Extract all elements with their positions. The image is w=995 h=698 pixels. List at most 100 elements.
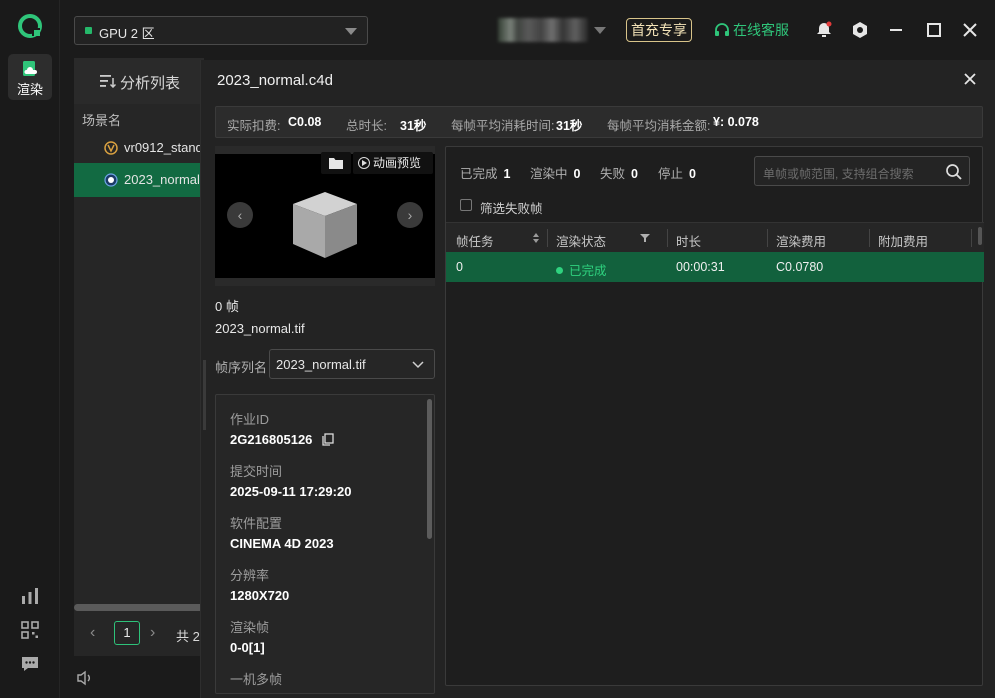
col-extra-cost[interactable]: 附加费用	[878, 231, 928, 250]
dialog-title: 2023_normal.c4d	[217, 72, 333, 89]
row-cost: C0.0780	[776, 260, 824, 274]
chat-icon[interactable]	[20, 654, 40, 674]
stats-icon[interactable]	[20, 586, 40, 606]
chevron-down-icon	[345, 28, 357, 35]
row-status: 已完成	[556, 260, 607, 279]
gpu-region-select[interactable]: GPU 2 区	[74, 16, 368, 45]
cinema4d-icon	[104, 173, 118, 187]
avg-cost-label: 每帧平均消耗金额:	[607, 119, 711, 133]
frame-search-input[interactable]: 单帧或帧范围, 支持组合搜索	[754, 156, 970, 186]
dialog-resize-handle[interactable]	[203, 360, 206, 430]
preview-prev-button[interactable]: ‹	[227, 202, 253, 228]
avg-time-value: 31秒	[556, 119, 583, 133]
left-rail: 渲染	[0, 0, 60, 698]
status-dot	[556, 267, 563, 274]
filter-failed-checkbox[interactable]	[460, 199, 472, 211]
pager-prev-button[interactable]: ‹	[90, 624, 104, 642]
info-scrollbar[interactable]	[427, 399, 432, 539]
duration-value: 31秒	[400, 119, 427, 133]
copy-icon[interactable]	[322, 433, 334, 446]
sequence-select[interactable]: 2023_normal.tif	[269, 349, 435, 379]
minimize-icon[interactable]	[886, 20, 906, 40]
animation-preview-label: 动画预览	[373, 156, 422, 170]
scene-item[interactable]: vr0912_stand	[74, 131, 204, 165]
headset-icon	[715, 23, 729, 36]
render-preview: 动画预览 ‹ ›	[215, 146, 435, 286]
col-render-status[interactable]: 渲染状态	[556, 231, 606, 250]
render-frames-value: 0-0[1]	[230, 640, 265, 655]
stat-rendering: 渲染中 0	[530, 167, 581, 181]
maximize-icon[interactable]	[924, 20, 944, 40]
volume-icon[interactable]	[76, 670, 94, 686]
job-id-label: 作业ID	[230, 412, 270, 427]
animation-preview-button[interactable]: 动画预览	[353, 152, 433, 174]
col-render-cost[interactable]: 渲染费用	[776, 231, 826, 250]
user-account[interactable]	[498, 18, 588, 42]
frames-table-header: 帧任务 渲染状态 时长 渲染费用 附加费用	[446, 222, 984, 252]
table-row[interactable]: 0 已完成 00:00:31 C0.0780	[446, 252, 984, 282]
row-frame: 0	[456, 260, 463, 274]
submit-time-label: 提交时间	[230, 464, 283, 479]
scene-name-column: 场景名	[82, 113, 122, 128]
col-frame-task[interactable]: 帧任务	[456, 231, 494, 250]
settings-hex-icon[interactable]	[850, 20, 870, 40]
output-file-name: 2023_normal.tif	[215, 321, 305, 336]
pager-total: 共 2	[176, 629, 200, 644]
avg-time-label: 每帧平均消耗时间:	[451, 119, 555, 133]
online-support-link[interactable]: 在线客服	[714, 20, 789, 40]
analysis-list-header[interactable]: 分析列表	[74, 58, 204, 104]
filter-failed-label[interactable]: 筛选失败帧	[480, 198, 543, 217]
sort-icon[interactable]	[532, 232, 540, 244]
duration-label: 总时长:	[346, 119, 387, 133]
open-folder-button[interactable]	[321, 152, 351, 174]
play-circle-icon	[358, 157, 370, 169]
pager-next-button[interactable]: ›	[150, 624, 164, 642]
analysis-list-title: 分析列表	[120, 75, 181, 92]
cube-preview-image	[293, 192, 357, 258]
preview-next-button[interactable]: ›	[397, 202, 423, 228]
search-icon[interactable]	[945, 163, 963, 181]
pager-current-page[interactable]: 1	[114, 621, 140, 645]
sequence-label: 帧序列名	[215, 360, 268, 375]
sequence-value: 2023_normal.tif	[276, 357, 366, 372]
first-recharge-button[interactable]: 首充专享	[626, 18, 692, 42]
nav-render-label: 渲染	[16, 82, 43, 97]
scene-detail-dialog: 2023_normal.c4d 实际扣费: C0.08 总时长: 31秒 每帧平…	[200, 60, 995, 698]
close-dialog-icon[interactable]	[963, 72, 977, 86]
scene-item-selected[interactable]: 2023_normal	[74, 163, 204, 197]
bell-icon[interactable]	[814, 20, 834, 40]
frames-count: 0 帧	[215, 299, 239, 314]
filter-icon[interactable]	[640, 233, 650, 243]
stat-failed: 失败 0	[600, 167, 638, 181]
scene-horizontal-scrollbar[interactable]	[74, 604, 204, 611]
resolution-value: 1280X720	[230, 588, 290, 603]
scene-item-name: vr0912_stand	[124, 140, 203, 155]
job-info-box: 作业ID 2G216805126 提交时间 2025-09-11 17:29:2…	[215, 394, 435, 694]
deduct-value: C0.08	[288, 115, 322, 129]
software-value: CINEMA 4D 2023	[230, 536, 334, 551]
submit-time-value: 2025-09-11 17:29:20	[230, 484, 352, 499]
close-window-icon[interactable]	[960, 20, 980, 40]
user-menu-chevron-icon[interactable]	[594, 27, 606, 34]
online-support-label: 在线客服	[733, 22, 789, 38]
row-duration: 00:00:31	[676, 260, 725, 274]
software-label: 软件配置	[230, 516, 283, 531]
qr-code-icon[interactable]	[20, 620, 40, 640]
cost-summary-bar: 实际扣费: C0.08 总时长: 31秒 每帧平均消耗时间: 31秒 每帧平均消…	[215, 106, 983, 138]
resolution-label: 分辨率	[230, 568, 270, 583]
stat-stopped: 停止 0	[658, 167, 696, 181]
frame-search-placeholder: 单帧或帧范围, 支持组合搜索	[763, 167, 914, 181]
render-icon	[23, 61, 37, 76]
deduct-label: 实际扣费:	[227, 119, 281, 133]
multi-frame-label: 一机多帧	[230, 672, 283, 687]
col-duration[interactable]: 时长	[676, 231, 701, 250]
scene-item-name: 2023_normal	[124, 172, 200, 187]
gpu-region-value: GPU 2 区	[99, 26, 155, 41]
table-scrollbar[interactable]	[978, 227, 982, 245]
app-logo-icon[interactable]	[16, 12, 44, 40]
stat-done: 已完成 1	[460, 167, 511, 181]
region-status-dot	[85, 27, 92, 34]
top-bar: GPU 2 区 首充专享 在线客服	[60, 0, 995, 60]
nav-render[interactable]: 渲染	[8, 54, 52, 100]
job-id-value: 2G216805126	[230, 432, 313, 447]
